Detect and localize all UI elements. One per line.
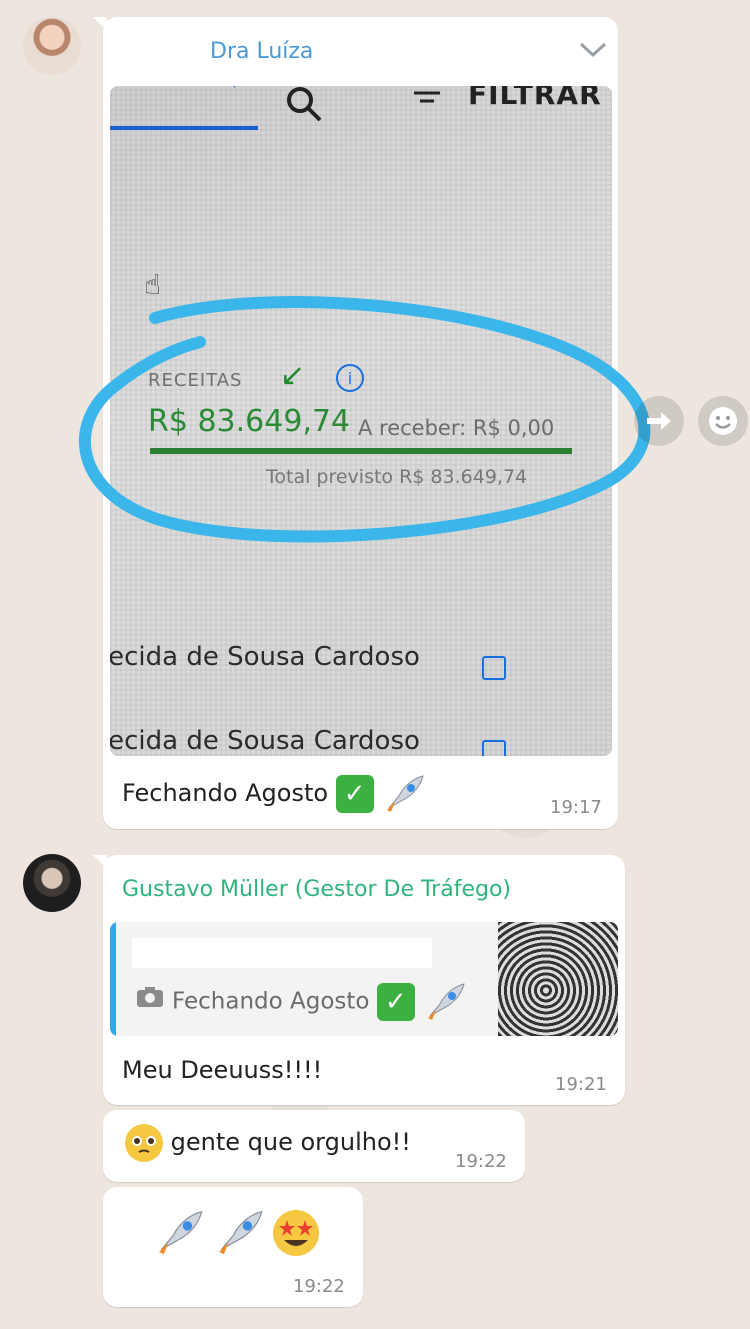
pleading-face-emoji bbox=[125, 1124, 163, 1162]
message-text-row: gente que orgulho!! bbox=[125, 1124, 411, 1162]
photo-edit-icon bbox=[482, 740, 506, 756]
message-time: 19:17 bbox=[550, 797, 602, 818]
star-struck-emoji bbox=[273, 1210, 320, 1256]
message-time: 19:21 bbox=[555, 1074, 607, 1095]
checkmark-emoji: ✓ bbox=[376, 983, 415, 1021]
rocket-emoji bbox=[159, 1210, 203, 1255]
quote-accent-bar bbox=[110, 922, 116, 1036]
emoji-react-icon[interactable] bbox=[698, 396, 748, 446]
photo-chevron-icon: ▾ bbox=[230, 86, 239, 93]
photo-filter-label: FILTRAR bbox=[468, 86, 602, 111]
photo-filter-icon bbox=[414, 91, 440, 103]
avatar-dra-luiza[interactable] bbox=[23, 17, 81, 75]
rocket-emoji bbox=[218, 1210, 263, 1255]
photo-name-row: recida de Sousa Cardoso bbox=[110, 642, 420, 672]
highlight-circle-drawing bbox=[79, 296, 651, 543]
quote-author-placeholder bbox=[132, 938, 432, 968]
checkmark-emoji: ✓ bbox=[335, 775, 374, 813]
sender-name[interactable]: Dra Luíza bbox=[210, 39, 313, 64]
photo-search-icon bbox=[287, 87, 322, 122]
forward-icon[interactable] bbox=[634, 396, 684, 446]
quote-text: Fechando Agosto ✓ bbox=[172, 982, 466, 1022]
rocket-emoji bbox=[387, 775, 425, 812]
sender-name[interactable]: Gustavo Müller (Gestor De Tráfego) bbox=[122, 877, 511, 902]
photo-tab-underline bbox=[110, 126, 258, 130]
quoted-message[interactable]: Fechando Agosto ✓ bbox=[110, 922, 618, 1036]
quote-thumbnail bbox=[498, 922, 618, 1036]
message-time: 19:22 bbox=[293, 1276, 345, 1297]
message-caption: Fechando Agosto ✓ bbox=[122, 774, 425, 814]
message-time: 19:22 bbox=[455, 1151, 507, 1172]
photo-name-row: recida de Sousa Cardoso bbox=[110, 726, 420, 756]
caption-text: Fechando Agosto bbox=[122, 779, 329, 807]
message-text: Meu Deeuuss!!!! bbox=[122, 1056, 323, 1084]
message-text: gente que orgulho!! bbox=[170, 1128, 411, 1156]
avatar-gustavo-muller[interactable] bbox=[23, 854, 81, 912]
camera-icon bbox=[137, 987, 163, 1007]
rocket-emoji bbox=[428, 983, 465, 1020]
photo-edit-icon bbox=[482, 656, 506, 680]
emoji-row bbox=[152, 1208, 321, 1258]
dropdown-chevron-icon[interactable] bbox=[579, 41, 607, 59]
